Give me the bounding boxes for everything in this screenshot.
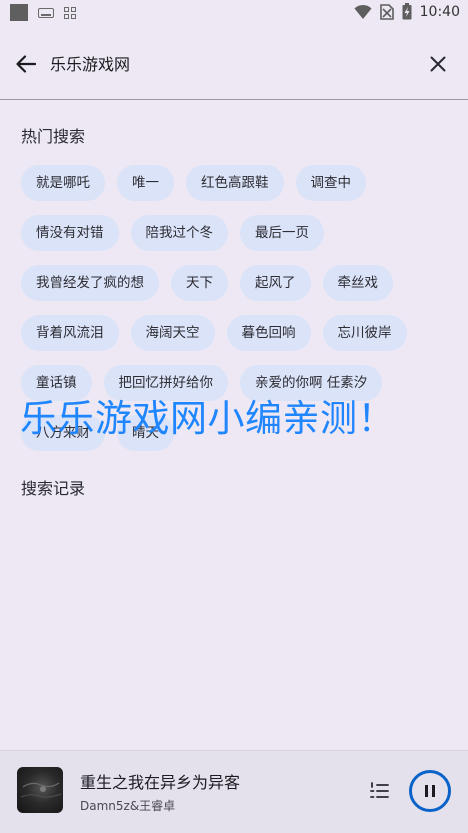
album-art[interactable]: [17, 767, 63, 813]
hot-search-chip[interactable]: 暮色回响: [226, 315, 311, 351]
status-bar: 10:40: [0, 0, 468, 26]
no-sim-icon: [379, 3, 394, 20]
close-icon: [430, 56, 446, 72]
arrow-back-icon: [16, 55, 36, 73]
playlist-button[interactable]: [368, 779, 392, 803]
hot-search-chip[interactable]: 最后一页: [240, 215, 324, 251]
keyboard-icon: [38, 7, 54, 18]
hot-search-chip[interactable]: 红色高跟鞋: [186, 165, 284, 201]
mini-player[interactable]: 重生之我在异乡为异客 Damn5z&王睿卓: [0, 750, 468, 833]
search-input[interactable]: [50, 49, 380, 77]
back-button[interactable]: [12, 50, 40, 78]
hot-search-chip[interactable]: 我曾经发了疯的想: [21, 265, 159, 301]
pause-button[interactable]: [409, 770, 451, 812]
now-playing-artist: Damn5z&王睿卓: [80, 799, 176, 813]
hot-search-chip[interactable]: 陪我过个冬: [130, 215, 228, 251]
hot-search-chip[interactable]: 就是哪吒: [21, 165, 105, 201]
wifi-icon: [354, 4, 372, 19]
battery-charging-icon: [402, 3, 412, 20]
hot-search-chip[interactable]: 情没有对错: [21, 215, 119, 251]
hot-search-title: 热门搜索: [21, 127, 86, 146]
hot-search-chip[interactable]: 起风了: [240, 265, 311, 301]
clock: 10:40: [419, 3, 460, 20]
playlist-icon: [370, 782, 389, 798]
status-bar-left: [10, 4, 76, 21]
watermark-text: 乐乐游戏网小编亲测！: [20, 397, 395, 440]
search-bar: [0, 36, 468, 92]
hot-search-chip[interactable]: 天下: [171, 265, 228, 301]
notification-icon: [10, 4, 28, 21]
album-cover-image: [20, 782, 62, 798]
chip-row: 情没有对错 陪我过个冬 最后一页: [21, 215, 324, 251]
chip-row: 背着风流泪 海阔天空 暮色回响 忘川彼岸: [21, 315, 407, 351]
pause-icon: [425, 785, 435, 797]
hot-search-chip[interactable]: 唯一: [117, 165, 174, 201]
hot-search-chip[interactable]: 海阔天空: [130, 315, 215, 351]
header-divider: [0, 99, 468, 100]
now-playing-title: 重生之我在异乡为异客: [80, 773, 241, 792]
hot-search-chip[interactable]: 背着风流泪: [21, 315, 119, 351]
search-history-title: 搜索记录: [21, 479, 86, 498]
hot-search-chip[interactable]: 忘川彼岸: [322, 315, 407, 351]
apps-icon: [64, 6, 76, 19]
status-bar-right: 10:40: [354, 3, 460, 20]
clear-search-button[interactable]: [424, 50, 452, 78]
hot-search-chip[interactable]: 牵丝戏: [322, 265, 393, 301]
hot-search-chip[interactable]: 调查中: [295, 165, 366, 201]
chip-row: 就是哪吒 唯一 红色高跟鞋 调查中: [21, 165, 366, 201]
chip-row: 我曾经发了疯的想 天下 起风了 牵丝戏: [21, 265, 393, 301]
